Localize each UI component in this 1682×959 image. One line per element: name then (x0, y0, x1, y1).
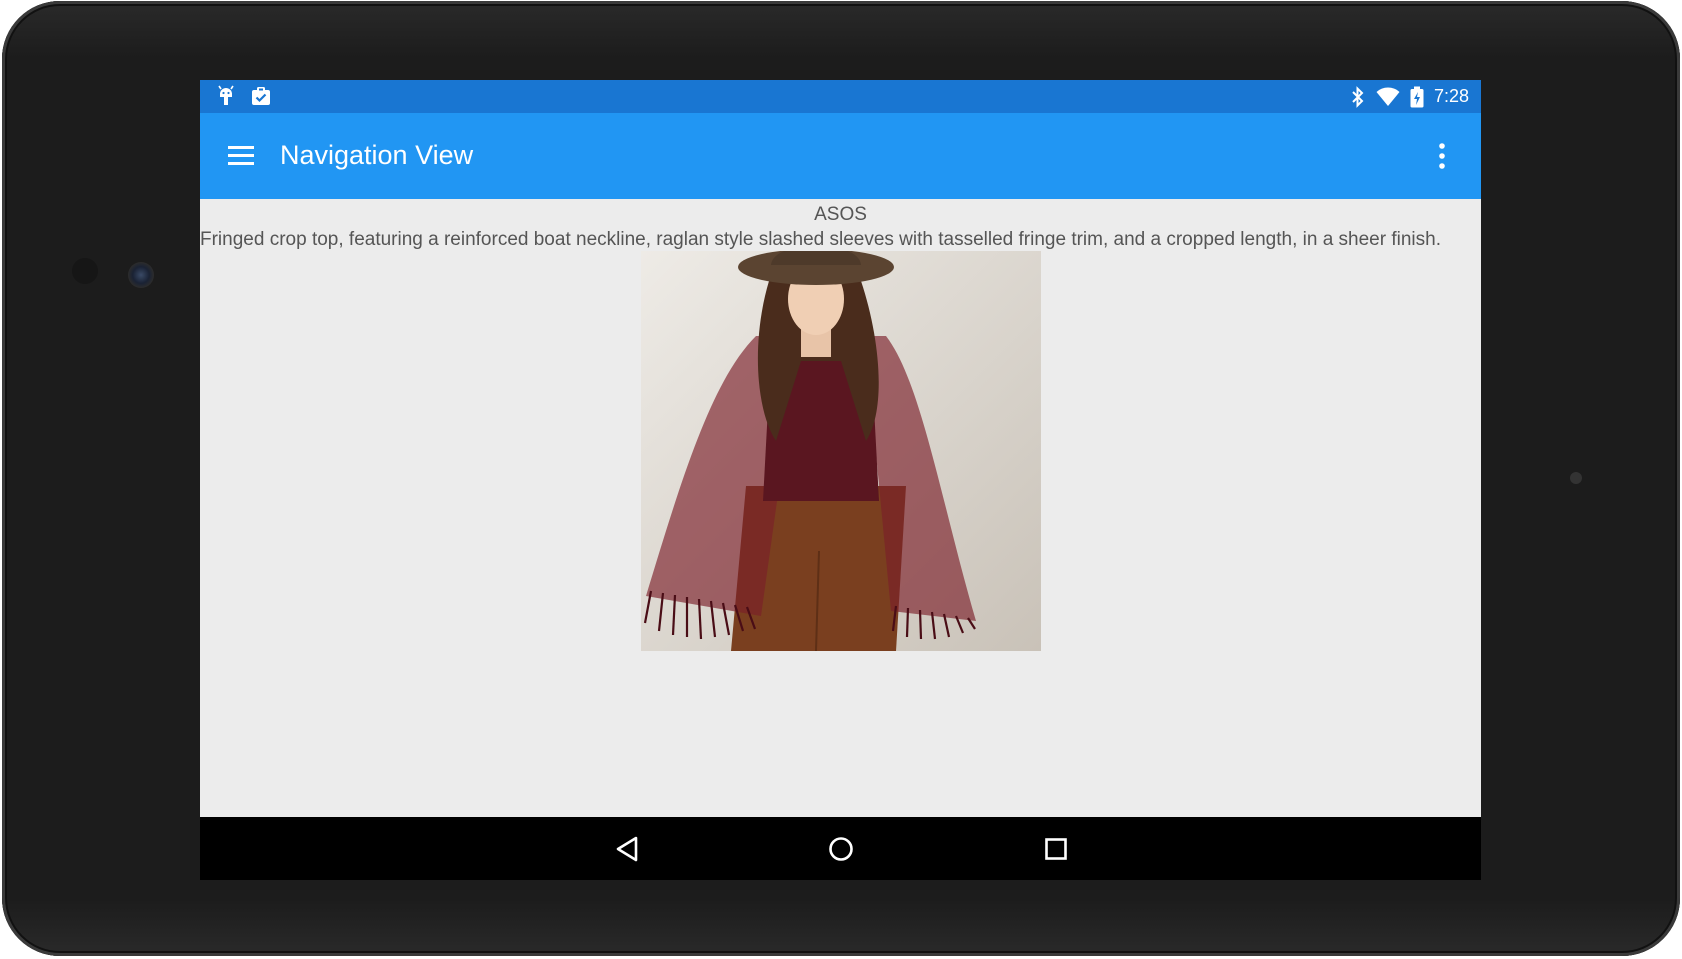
product-brand: ASOS (814, 204, 867, 225)
app-toolbar: Navigation View (200, 113, 1481, 199)
hamburger-menu-icon[interactable] (228, 144, 254, 166)
more-vertical-icon[interactable] (1437, 142, 1447, 170)
back-icon[interactable] (610, 831, 646, 867)
product-detail: ASOS Fringed crop top, featuring a reinf… (200, 199, 1481, 817)
status-bar: 7:28 (200, 80, 1481, 113)
android-debug-icon (218, 85, 234, 105)
device-screen: 7:28 Navigation View ASOS Fringed crop t… (200, 80, 1481, 880)
home-icon[interactable] (823, 831, 859, 867)
bluetooth-icon (1352, 85, 1364, 108)
front-camera (128, 262, 154, 288)
battery-charging-icon (1410, 86, 1424, 107)
clipboard-check-icon (252, 87, 270, 105)
toolbar-title: Navigation View (280, 140, 474, 170)
light-sensor (1570, 472, 1582, 484)
product-description: Fringed crop top, featuring a reinforced… (200, 229, 1441, 250)
product-photo (641, 251, 1041, 651)
system-nav-bar (200, 817, 1481, 880)
recents-icon[interactable] (1038, 831, 1074, 867)
system-status-icons: 7:28 (1350, 80, 1469, 113)
proximity-sensor (72, 258, 98, 284)
wifi-icon (1376, 87, 1400, 106)
notification-icons (216, 85, 272, 107)
status-time: 7:28 (1433, 86, 1469, 106)
